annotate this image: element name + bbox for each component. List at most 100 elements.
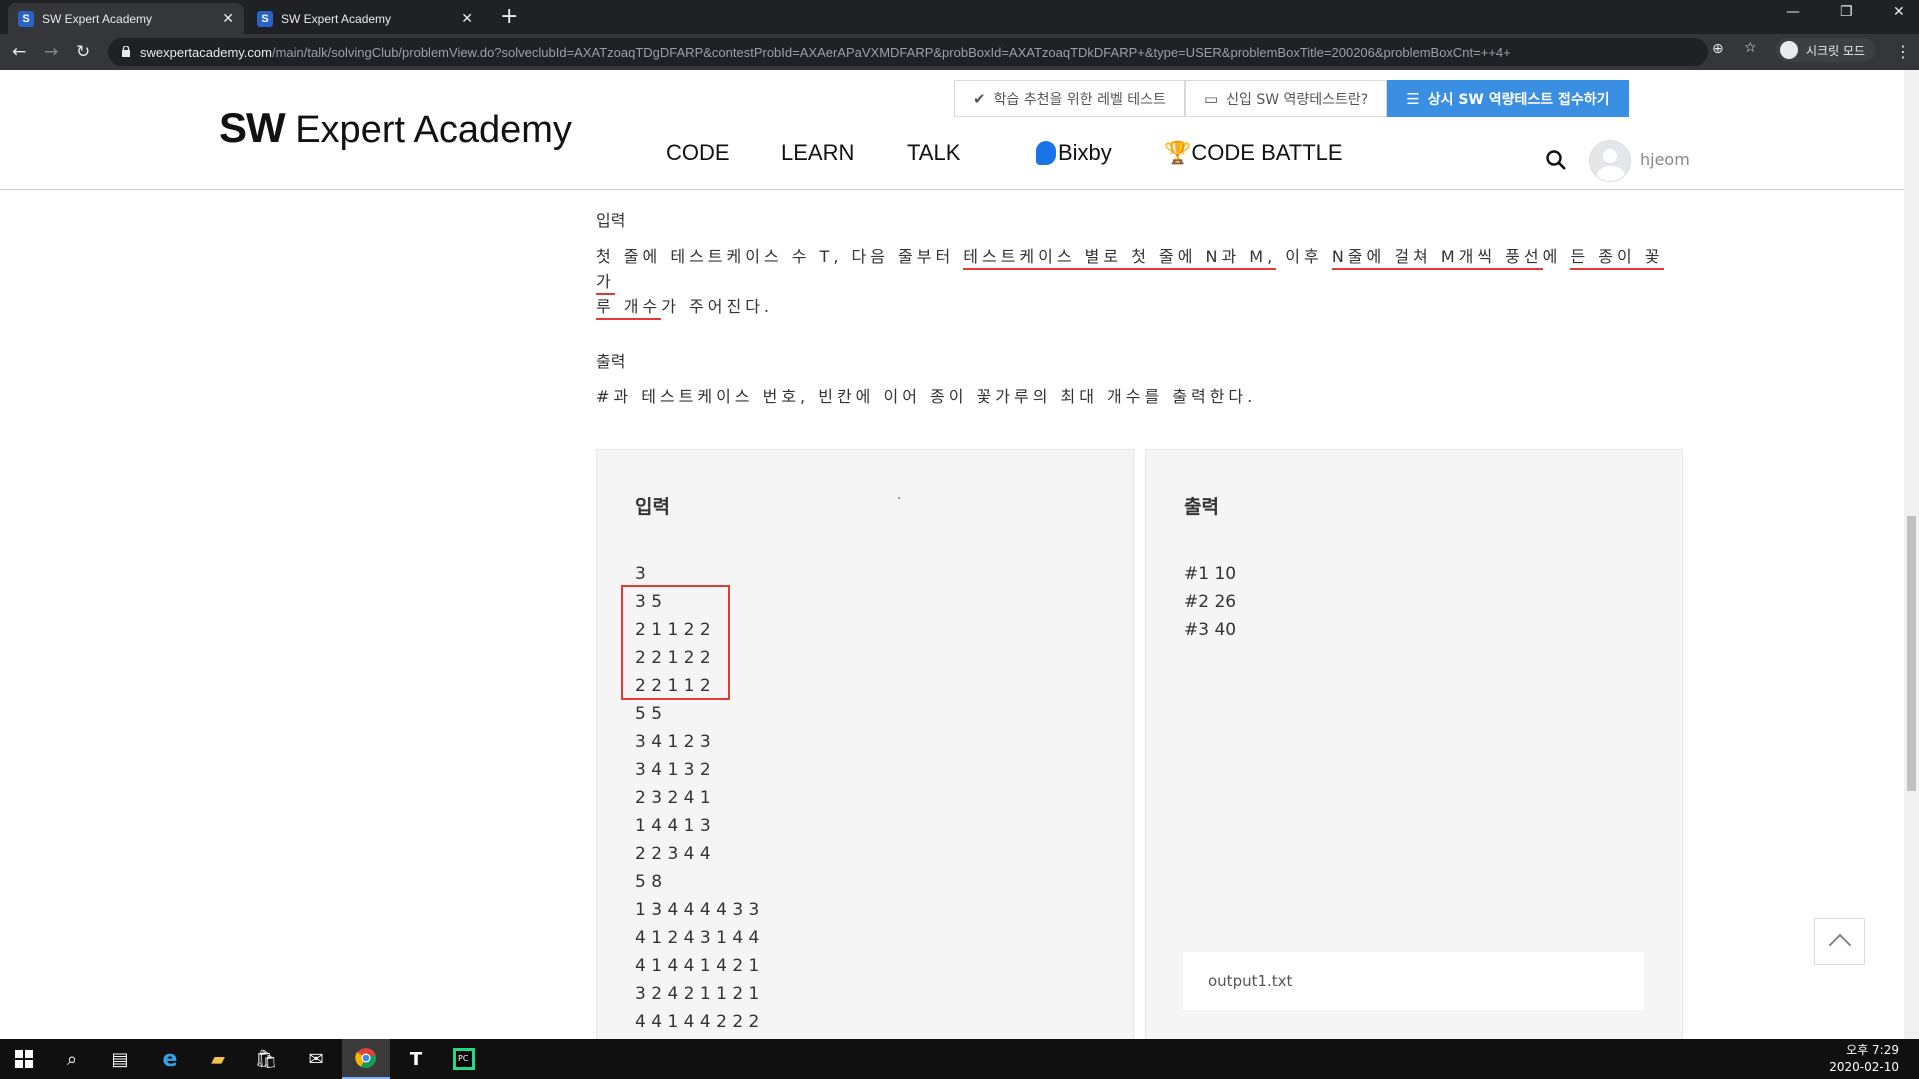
nav-bixby-label: Bixby [1058, 140, 1112, 165]
browser-menu-icon[interactable]: ⋮ [1895, 42, 1911, 61]
svg-text:PC: PC [458, 1054, 469, 1063]
edge-browser-icon[interactable]: e [146, 1039, 194, 1079]
header-divider [0, 189, 1904, 190]
site-favicon-icon: S [257, 10, 273, 27]
store-icon[interactable]: 🛍 [242, 1039, 290, 1079]
apply-test-label: 상시 SW 역량테스트 접수하기 [1427, 91, 1610, 108]
apply-test-button[interactable]: ☰ 상시 SW 역량테스트 접수하기 [1387, 80, 1629, 117]
output-line: #2 26 [1184, 592, 1237, 612]
input-line: 3 [635, 564, 646, 584]
input-line: 1 4 4 1 3 [635, 816, 711, 836]
nav-code-battle[interactable]: 🏆CODE BATTLE [1164, 140, 1343, 166]
input-line: 2 3 2 4 1 [635, 788, 711, 808]
list-icon: ☰ [1406, 89, 1420, 108]
input-line: 3 2 4 2 1 1 2 1 [635, 984, 760, 1004]
search-icon[interactable] [1546, 150, 1566, 170]
tab-title: SW Expert Academy [281, 11, 392, 26]
windows-taskbar: ⌕ ▤ e ▰ 🛍 ✉ T PC 오후 7:29 2020-02-10 [0, 1039, 1919, 1079]
sample-input-title: 입력 [635, 496, 670, 518]
scroll-to-top-button[interactable] [1814, 918, 1865, 965]
input-line: 4 4 1 4 4 2 2 2 [635, 1012, 760, 1032]
page-scrollbar[interactable] [1904, 70, 1919, 1039]
sample-output-title: 출력 [1184, 496, 1219, 518]
minimize-icon[interactable]: — [1786, 4, 1800, 20]
pycharm-icon[interactable]: PC [440, 1039, 488, 1079]
output-line: #3 40 [1184, 620, 1237, 640]
laptop-icon: ▭ [1203, 89, 1219, 108]
input-line: 2 2 3 4 4 [635, 844, 711, 864]
username[interactable]: hjeom [1640, 150, 1690, 169]
lock-icon [122, 46, 130, 57]
output-line: #1 10 [1184, 564, 1237, 584]
output-section-title: 출력 [596, 352, 626, 371]
new-sw-test-button[interactable]: ▭ 신입 SW 역량테스트란? [1184, 80, 1388, 117]
scrollbar-thumb[interactable] [1907, 516, 1916, 791]
reload-icon[interactable]: ↻ [76, 42, 90, 62]
close-tab-icon[interactable]: ✕ [461, 10, 473, 27]
input-line: 3 4 1 3 2 [635, 760, 711, 780]
nav-talk[interactable]: TALK [907, 140, 960, 166]
mail-icon[interactable]: ✉ [292, 1039, 340, 1079]
incognito-icon [1780, 41, 1798, 59]
back-icon[interactable]: ← [12, 42, 26, 62]
desc-text: 이후 [1276, 247, 1332, 266]
desc-text: 가 주어진다. [661, 297, 774, 316]
new-tab-icon[interactable]: + [500, 4, 518, 29]
logo-sw: SW [219, 104, 286, 151]
bookmark-star-icon[interactable]: ☆ [1744, 40, 1757, 56]
clock-date: 2020-02-10 [1829, 1060, 1899, 1074]
browser-tab-strip: S SW Expert Academy ✕ S SW Expert Academ… [0, 0, 1919, 34]
desc-text: 에 [1542, 247, 1571, 266]
desc-underlined: N줄에 걸쳐 M개씩 풍선 [1331, 247, 1543, 270]
input-line: 1 3 4 4 4 4 3 3 [635, 900, 760, 920]
typora-icon[interactable]: T [392, 1039, 440, 1079]
input-section-title: 입력 [596, 211, 626, 230]
trophy-icon: 🏆 [1164, 140, 1192, 165]
sample-output-lines: #1 10 #2 26 #3 40 [1184, 560, 1236, 644]
new-sw-test-label: 신입 SW 역량테스트란? [1226, 91, 1369, 108]
restore-icon[interactable]: ❐ [1840, 4, 1853, 20]
task-view-icon[interactable]: ▤ [96, 1039, 144, 1079]
avatar[interactable] [1589, 140, 1631, 182]
output-description: #과 테스트케이스 번호, 빈칸에 이어 종이 꽃가루의 최대 개수를 출력한다… [596, 387, 1257, 406]
desc-underlined: 루 개수 [596, 297, 662, 320]
site-favicon-icon: S [18, 10, 34, 27]
input-line: 5 8 [635, 872, 663, 892]
taskbar-search-icon[interactable]: ⌕ [48, 1039, 96, 1079]
system-clock[interactable]: 오후 7:29 2020-02-10 [1829, 1042, 1899, 1076]
bixby-icon [1036, 141, 1056, 165]
browser-tab[interactable]: S SW Expert Academy ✕ [8, 3, 244, 34]
chrome-icon[interactable] [342, 1039, 390, 1079]
level-test-label: 학습 추천을 위한 레벨 테스트 [993, 91, 1166, 108]
stray-dot [898, 497, 900, 499]
input-line: 3 4 1 2 3 [635, 732, 711, 752]
window-close-icon[interactable]: ✕ [1893, 4, 1905, 20]
nav-code[interactable]: CODE [666, 140, 730, 166]
nav-bixby[interactable]: Bixby [1036, 140, 1112, 166]
file-explorer-icon[interactable]: ▰ [194, 1039, 242, 1079]
address-toolbar: ← → ↻ swexpertacademy.com/main/talk/solv… [0, 34, 1919, 70]
site-logo[interactable]: SW Expert Academy [219, 104, 572, 152]
browser-tab[interactable]: S SW Expert Academy ✕ [247, 3, 483, 34]
forward-icon[interactable]: → [44, 42, 58, 62]
clock-time: 오후 7:29 [1846, 1043, 1899, 1057]
tab-title: SW Expert Academy [42, 11, 153, 26]
desc-text: 첫 줄에 테스트케이스 수 T, 다음 줄부터 [596, 247, 964, 266]
input-line: 4 1 2 4 3 1 4 4 [635, 928, 760, 948]
top-buttons: ✔ 학습 추천을 위한 레벨 테스트 ▭ 신입 SW 역량테스트란? ☰ 상시 … [954, 80, 1629, 117]
check-circle-icon: ✔ [973, 89, 986, 108]
output-file-link[interactable]: output1.txt [1183, 952, 1644, 1010]
zoom-icon[interactable]: ⊕ [1712, 41, 1724, 57]
nav-learn[interactable]: LEARN [781, 140, 854, 166]
url-field[interactable]: swexpertacademy.com/main/talk/solvingClu… [108, 38, 1708, 66]
windows-start-icon[interactable] [0, 1039, 48, 1079]
url-host: swexpertacademy.com [140, 44, 272, 60]
level-test-button[interactable]: ✔ 학습 추천을 위한 레벨 테스트 [954, 80, 1185, 117]
close-tab-icon[interactable]: ✕ [222, 10, 234, 27]
input-line: 5 5 [635, 704, 663, 724]
incognito-badge[interactable]: 시크릿 모드 [1776, 38, 1876, 62]
logo-text: Expert Academy [284, 109, 572, 151]
input-line: 4 1 4 4 1 4 2 1 [635, 956, 760, 976]
incognito-label: 시크릿 모드 [1806, 43, 1866, 58]
nav-code-battle-label: CODE BATTLE [1191, 140, 1343, 165]
